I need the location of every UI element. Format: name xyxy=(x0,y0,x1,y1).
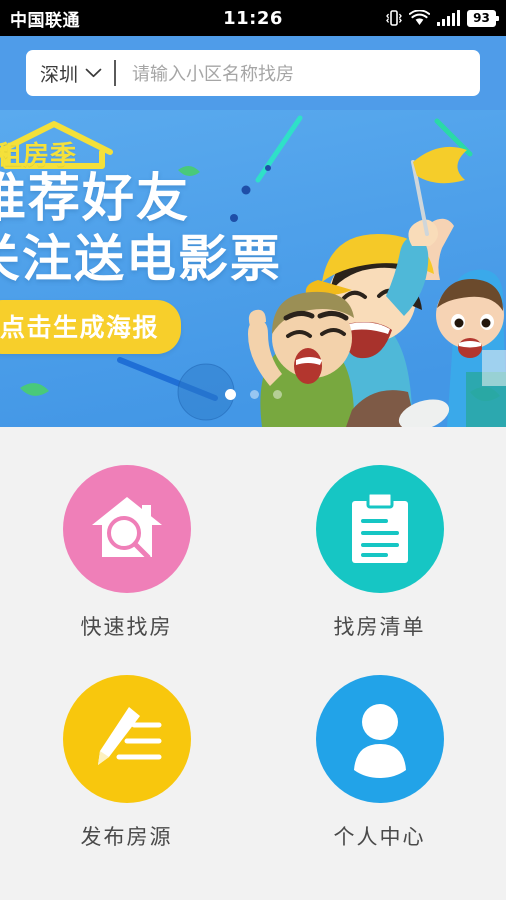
carousel-dot-1[interactable] xyxy=(224,389,236,400)
battery-icon: 93 xyxy=(467,9,499,27)
banner-brand-label: 租房季 xyxy=(0,141,78,171)
menu-icon-circle xyxy=(62,465,191,593)
menu-icon-circle xyxy=(315,465,444,593)
wifi-icon xyxy=(409,10,430,25)
menu-item-quick-search[interactable]: 快速找房 xyxy=(0,465,253,641)
menu-label: 找房清单 xyxy=(333,615,426,639)
search-bar[interactable]: 深圳 请输入小区名称找房 xyxy=(26,50,480,96)
city-label: 深圳 xyxy=(40,63,79,86)
menu-label: 个人中心 xyxy=(333,825,426,849)
menu-icon-circle xyxy=(62,675,191,803)
banner-headline-secondary: 关注送电影票 xyxy=(0,230,282,288)
app-screen: 中国联通 11:26 93 深圳 请输入小区名称找房 租房季 推荐好友 关注送电… xyxy=(0,0,506,900)
chevron-down-icon xyxy=(85,68,102,78)
vibrate-icon xyxy=(386,10,402,26)
menu-item-search-list[interactable]: 找房清单 xyxy=(253,465,506,641)
house-search-icon xyxy=(91,497,162,560)
generate-poster-button[interactable]: 点击生成海报 xyxy=(0,300,182,354)
banner-copy: 租房季 推荐好友 关注送电影票 点击生成海报 xyxy=(0,118,294,354)
carousel-dot-2[interactable] xyxy=(249,390,259,399)
search-header: 深圳 请输入小区名称找房 xyxy=(0,36,506,110)
battery-level-label: 93 xyxy=(473,11,490,25)
pencil-write-icon xyxy=(97,707,161,765)
carousel-dot-3[interactable] xyxy=(272,390,282,399)
clipboard-list-icon xyxy=(351,491,408,563)
menu-item-profile[interactable]: 个人中心 xyxy=(253,675,506,851)
menu-icon-circle xyxy=(315,675,444,803)
menu-grid: 快速找房 找房清单 发布房源 个人中心 xyxy=(0,427,506,851)
search-input[interactable]: 请输入小区名称找房 xyxy=(116,60,294,86)
carousel-indicator[interactable] xyxy=(0,389,506,400)
banner-headline-primary: 推荐好友 xyxy=(0,169,191,229)
promo-banner[interactable]: 租房季 推荐好友 关注送电影票 点击生成海报 xyxy=(0,110,506,427)
menu-item-publish-listing[interactable]: 发布房源 xyxy=(0,675,253,851)
status-icons: 93 xyxy=(386,9,499,27)
city-selector[interactable]: 深圳 xyxy=(40,60,114,87)
person-icon xyxy=(353,704,406,778)
status-bar: 中国联通 11:26 93 xyxy=(0,0,506,36)
signal-icon xyxy=(437,9,460,26)
menu-label: 快速找房 xyxy=(80,615,173,639)
banner-brand: 租房季 xyxy=(0,118,294,171)
menu-label: 发布房源 xyxy=(80,825,173,849)
